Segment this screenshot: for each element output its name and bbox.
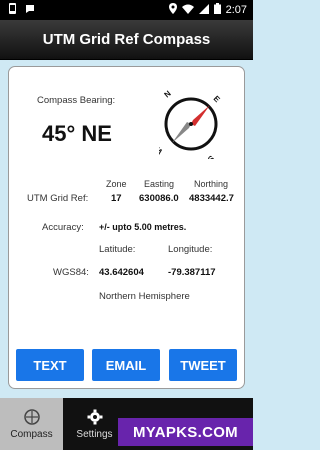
accuracy-label: Accuracy: [42, 222, 84, 233]
app-title: UTM Grid Ref Compass [42, 31, 211, 48]
wgs84-label: WGS84: [53, 267, 89, 278]
zone-header: Zone [106, 179, 127, 189]
tweet-button[interactable]: TWEET [169, 349, 237, 381]
compass-icon [23, 408, 40, 425]
utm-grid-ref-label: UTM Grid Ref: [27, 193, 89, 204]
longitude-label: Longitude: [168, 244, 213, 255]
bearing-value: 45° NE [42, 121, 112, 146]
compass-letter-e: E [212, 94, 223, 105]
latitude-value: 43.642604 [99, 267, 144, 278]
zone-value: 17 [111, 193, 122, 204]
location-icon [168, 3, 177, 17]
compass-letter-n: N [163, 89, 173, 100]
text-button[interactable]: TEXT [16, 349, 84, 381]
hemisphere-value: Northern Hemisphere [99, 291, 190, 302]
status-bar: 2:07 [0, 0, 253, 20]
gear-icon [87, 409, 103, 425]
tab-settings[interactable]: Settings [63, 398, 126, 450]
notification-icon-2 [25, 4, 35, 17]
email-button[interactable]: EMAIL [92, 349, 160, 381]
signal-icon [198, 3, 209, 17]
watermark-banner: MYAPKS.COM [118, 418, 253, 446]
info-card: Compass Bearing: 45° NE N E S W Zone Eas… [8, 66, 245, 389]
notification-icon [8, 3, 17, 17]
compass-letter-s: S [205, 154, 216, 159]
bearing-label: Compass Bearing: [37, 95, 116, 106]
easting-header: Easting [144, 179, 175, 189]
compass-rose-icon: N E S W [152, 89, 223, 164]
northing-header: Northing [194, 179, 229, 189]
longitude-value: -79.387117 [168, 267, 216, 278]
accuracy-value: +/- upto 5.00 metres. [99, 222, 187, 232]
wifi-icon [181, 4, 194, 17]
easting-value: 630086.0 [139, 193, 179, 204]
clock-time: 2:07 [225, 4, 247, 16]
battery-icon [213, 3, 221, 17]
tab-compass[interactable]: Compass [0, 398, 63, 450]
latitude-label: Latitude: [99, 244, 136, 255]
northing-value: 4833442.7 [189, 193, 234, 204]
app-title-bar: UTM Grid Ref Compass [0, 20, 253, 60]
compass-letter-w: W [159, 144, 164, 156]
tab-settings-label: Settings [76, 428, 113, 440]
tab-compass-label: Compass [10, 428, 53, 440]
